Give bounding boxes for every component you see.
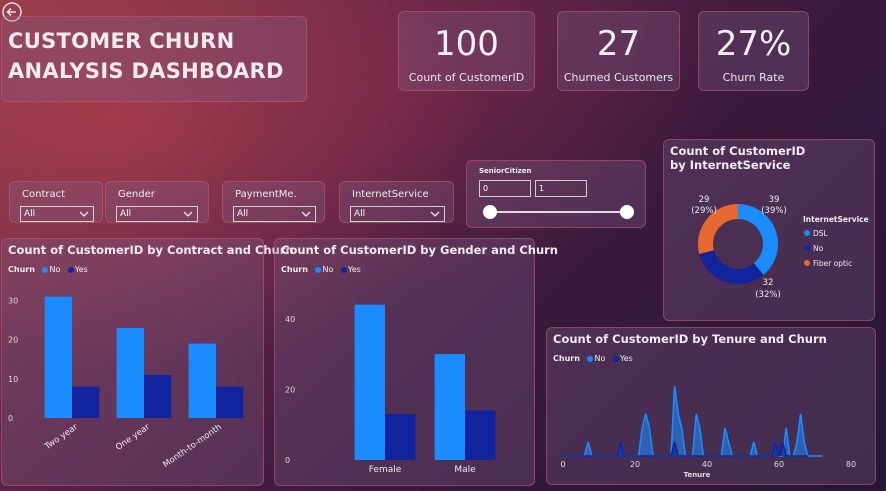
donut-legend-title: InternetService bbox=[803, 215, 869, 224]
slicer-internet-value: All bbox=[354, 209, 366, 219]
senior-slider-track bbox=[489, 211, 627, 213]
x-tick-label: 0 bbox=[560, 460, 565, 469]
slicer-payment-label: PaymentMe... bbox=[235, 189, 297, 200]
bar-no-month-to-month bbox=[188, 343, 216, 418]
slicer-gender-value: All bbox=[120, 209, 132, 219]
bar-no-one-year bbox=[116, 327, 144, 418]
chevron-down-icon bbox=[430, 211, 440, 217]
y-tick-label: 0 bbox=[285, 456, 290, 465]
internet-service-chart-panel: Count of CustomerID by InternetService 3… bbox=[663, 139, 875, 321]
kpi-count-value: 100 bbox=[434, 24, 499, 64]
donut-legend-label: No bbox=[813, 244, 824, 253]
slicer-internet-dropdown[interactable]: All bbox=[350, 206, 445, 222]
slicer-payment-method: PaymentMe... All bbox=[222, 181, 325, 223]
slicer-internet-label: InternetService bbox=[352, 189, 429, 200]
senior-slider-min-handle[interactable] bbox=[483, 205, 497, 219]
kpi-churned-value: 27 bbox=[596, 24, 641, 64]
gender-bar-chart: 40 20 0 Female Male bbox=[285, 304, 496, 475]
slicer-gender: Gender All bbox=[105, 181, 209, 223]
donut-legend-label: Fiber optic bbox=[813, 259, 852, 268]
x-tick-label: 40 bbox=[702, 460, 712, 469]
x-axis-title: Tenure bbox=[684, 471, 711, 479]
slicer-payment-dropdown[interactable]: All bbox=[233, 206, 316, 222]
kpi-card-churn-rate: 27% Churn Rate bbox=[698, 11, 809, 91]
contract-chart-panel: Count of CustomerID by Contract and Chur… bbox=[1, 238, 294, 486]
donut-legend-swatch bbox=[804, 230, 810, 236]
internet-service-donut-chart: 39(39%) 32 (32%) 29(29%) InternetService DSL N… bbox=[691, 195, 869, 300]
x-tick-label: Two year bbox=[42, 422, 80, 453]
donut-legend-label: DSL bbox=[813, 229, 829, 238]
bar-yes-month-to-month bbox=[216, 386, 244, 418]
y-tick-label: 30 bbox=[8, 297, 18, 306]
dashboard-title-line2: ANALYSIS DASHBOARD bbox=[8, 59, 284, 83]
kpi-card-churned: 27 Churned Customers bbox=[557, 11, 680, 91]
x-tick-label: Female bbox=[369, 465, 402, 475]
slicer-contract-value: All bbox=[24, 209, 36, 219]
slicer-gender-label: Gender bbox=[118, 189, 155, 200]
x-tick-label: Month-to-month bbox=[161, 422, 223, 470]
kpi-count-label: Count of CustomerID bbox=[408, 71, 525, 84]
donut-value-label: 32 bbox=[763, 278, 774, 288]
bar-no-two-year bbox=[44, 296, 72, 418]
dashboard-title-line1: CUSTOMER CHURN bbox=[8, 29, 235, 53]
bar-no-male bbox=[434, 354, 465, 460]
kpi-churn-rate-label: Churn Rate bbox=[722, 71, 785, 84]
slicer-contract-dropdown[interactable]: All bbox=[20, 206, 94, 222]
contract-bar-chart: 30 20 10 0 Two year One year Month-to-month bbox=[8, 296, 244, 470]
donut-percent-label: (32%) bbox=[755, 290, 781, 300]
bar-yes-one-year bbox=[144, 374, 172, 418]
donut-percent-label: (29%) bbox=[691, 206, 717, 216]
tenure-area-chart: 0 20 40 60 80 Tenure bbox=[560, 385, 856, 479]
senior-max-input[interactable]: 1 bbox=[535, 180, 587, 197]
y-tick-label: 40 bbox=[285, 315, 295, 324]
title-panel: CUSTOMER CHURN ANALYSIS DASHBOARD bbox=[1, 16, 307, 102]
bar-yes-two-year bbox=[72, 386, 100, 418]
x-tick-label: 60 bbox=[774, 460, 784, 469]
bar-yes-male bbox=[465, 410, 496, 460]
senior-min-input[interactable]: 0 bbox=[479, 180, 531, 197]
x-tick-label: One year bbox=[114, 422, 152, 453]
y-tick-label: 0 bbox=[8, 414, 13, 423]
donut-legend-swatch bbox=[804, 245, 810, 251]
x-tick-label: 20 bbox=[630, 460, 640, 469]
donut-legend-swatch bbox=[804, 260, 810, 266]
y-tick-label: 20 bbox=[8, 336, 18, 345]
x-tick-label: 80 bbox=[846, 460, 856, 469]
slicer-gender-dropdown[interactable]: All bbox=[116, 206, 198, 222]
gender-chart-panel: Count of CustomerID by Gender and Churn … bbox=[274, 238, 558, 486]
senior-slider-max-handle[interactable] bbox=[620, 205, 634, 219]
tenure-chart-panel: Count of CustomerID by Tenure and Churn … bbox=[546, 327, 876, 485]
x-tick-label: Male bbox=[454, 465, 476, 475]
slicer-contract-label: Contract bbox=[22, 189, 66, 200]
donut-slice-no bbox=[699, 250, 764, 284]
chevron-down-icon bbox=[183, 211, 193, 217]
slicer-internet-service: InternetService All bbox=[339, 181, 454, 223]
kpi-churn-rate-value: 27% bbox=[715, 24, 792, 64]
donut-value-label: 39 bbox=[769, 195, 780, 205]
chevron-down-icon bbox=[79, 211, 89, 217]
donut-value-label: 29 bbox=[699, 195, 710, 205]
y-tick-label: 10 bbox=[8, 375, 18, 384]
slicer-payment-value: All bbox=[237, 209, 249, 219]
kpi-card-count: 100 Count of CustomerID bbox=[398, 11, 535, 91]
y-tick-label: 20 bbox=[285, 385, 295, 394]
bar-no-female bbox=[354, 304, 385, 460]
bar-yes-female bbox=[385, 414, 416, 460]
chevron-down-icon bbox=[301, 211, 311, 217]
senior-slicer-label: SeniorCitizen bbox=[479, 167, 532, 175]
donut-percent-label: (39%) bbox=[761, 206, 787, 216]
slicer-contract: Contract All bbox=[9, 181, 103, 223]
slicer-senior-citizen: SeniorCitizen 0 1 bbox=[466, 160, 646, 228]
kpi-churned-label: Churned Customers bbox=[563, 71, 674, 84]
